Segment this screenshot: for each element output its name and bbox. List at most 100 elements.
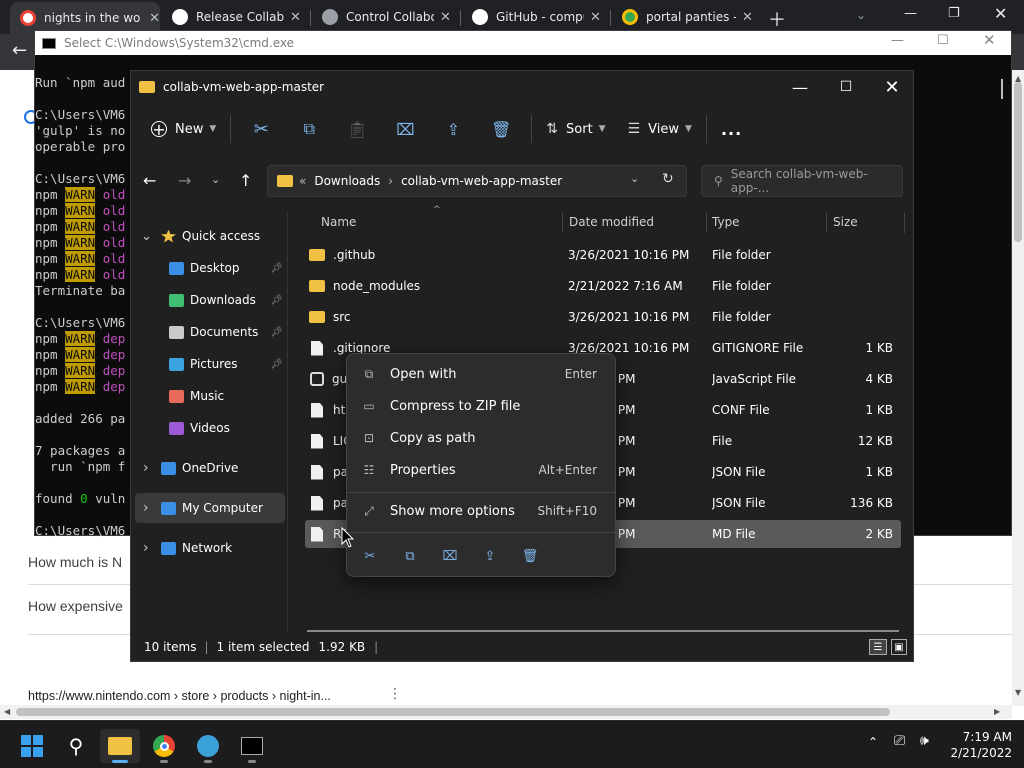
clock[interactable]: 7:19 AM 2/21/2022 bbox=[948, 729, 1012, 761]
chevron-down-icon[interactable]: ⌄ bbox=[141, 229, 152, 244]
menu-item-copy-as-path[interactable]: ⊡ Copy as path bbox=[351, 423, 611, 453]
sidebar-item-network[interactable]: › Network bbox=[135, 533, 285, 563]
copy-icon[interactable]: ⧉ bbox=[285, 111, 333, 147]
tab-search-icon[interactable]: ⌄ bbox=[856, 8, 866, 22]
pin-icon[interactable]: 📌︎ bbox=[270, 359, 283, 370]
menu-item-show-more-options[interactable]: ⤢ Show more options Shift+F10 bbox=[351, 496, 611, 526]
forward-arrow-icon[interactable]: → bbox=[178, 171, 191, 190]
share-icon[interactable]: ⇪ bbox=[429, 111, 477, 147]
file-row[interactable]: .github 3/26/2021 10:16 PM File folder bbox=[305, 241, 901, 269]
chevron-down-icon[interactable]: ⌄ bbox=[630, 172, 639, 185]
chevron-right-icon[interactable]: › bbox=[143, 540, 149, 556]
delete-icon[interactable]: 🗑︎ bbox=[477, 111, 525, 147]
more-icon[interactable]: ⋮ bbox=[388, 686, 402, 702]
browser-tab-3[interactable]: Control Collabo ✕ bbox=[312, 4, 460, 30]
browser-tab-2[interactable]: Release CollabV ✕ bbox=[162, 4, 310, 30]
rename-icon[interactable]: ⌧ bbox=[381, 111, 429, 147]
menu-item-properties[interactable]: ☷ Properties Alt+Enter bbox=[351, 455, 611, 485]
back-arrow-icon[interactable]: ← bbox=[143, 171, 156, 190]
taskbar-file-explorer[interactable] bbox=[100, 729, 140, 763]
view-button[interactable]: ☰ View ▼ bbox=[620, 111, 700, 147]
sidebar-item-documents[interactable]: Documents 📌︎ bbox=[135, 317, 285, 347]
chevron-right-icon[interactable]: › bbox=[143, 500, 149, 516]
rename-icon[interactable]: ⌧ bbox=[438, 544, 462, 568]
page-scrollbar-vertical[interactable]: ▲ ▼ bbox=[1012, 70, 1024, 706]
column-header-date[interactable]: Date modified bbox=[569, 207, 654, 237]
pin-icon[interactable]: 📌︎ bbox=[270, 295, 283, 306]
column-header-size[interactable]: Size bbox=[833, 207, 858, 237]
search-icon[interactable]: ⚲ bbox=[56, 729, 96, 763]
refresh-icon[interactable]: ↻ bbox=[662, 171, 674, 187]
chevron-up-icon[interactable]: ⌃ bbox=[868, 735, 878, 749]
result-url[interactable]: https://www.nintendo.com › store › produ… bbox=[28, 689, 331, 703]
sidebar-item-onedrive[interactable]: › OneDrive bbox=[135, 453, 285, 483]
new-tab-icon[interactable]: ＋ bbox=[768, 6, 786, 32]
explorer-title-bar[interactable]: collab-vm-web-app-master — ☐ ✕ bbox=[131, 71, 913, 103]
copy-icon[interactable]: ⧉ bbox=[398, 544, 422, 568]
share-icon[interactable]: ⇪ bbox=[478, 544, 502, 568]
chevron-right-icon[interactable]: › bbox=[143, 460, 149, 476]
sidebar-item-my-computer[interactable]: › My Computer bbox=[135, 493, 285, 523]
browser-tab-5[interactable]: portal panties - ✕ bbox=[612, 4, 760, 30]
menu-item-compress-zip[interactable]: ▭ Compress to ZIP file bbox=[351, 391, 611, 421]
sidebar-item-music[interactable]: Music bbox=[135, 381, 285, 411]
minimize-icon[interactable]: — bbox=[904, 6, 917, 21]
page-scrollbar-horizontal[interactable]: ◀ ▶ bbox=[0, 705, 1012, 719]
breadcrumb-downloads[interactable]: Downloads bbox=[314, 174, 380, 188]
breadcrumb-current[interactable]: collab-vm-web-app-master bbox=[401, 174, 562, 188]
sidebar-item-downloads[interactable]: Downloads 📌︎ bbox=[135, 285, 285, 315]
close-icon[interactable]: ✕ bbox=[983, 31, 996, 49]
address-bar[interactable]: « Downloads › collab-vm-web-app-master ⌄… bbox=[267, 165, 687, 197]
close-icon[interactable]: ✕ bbox=[994, 4, 1007, 23]
close-tab-icon[interactable]: ✕ bbox=[290, 10, 301, 25]
tiles-view-icon[interactable]: ▣ bbox=[891, 639, 907, 655]
minimize-icon[interactable]: — bbox=[891, 33, 904, 48]
minimize-icon[interactable]: — bbox=[777, 71, 823, 103]
restore-icon[interactable]: ❐ bbox=[948, 6, 960, 21]
close-icon[interactable]: ✕ bbox=[869, 71, 915, 103]
browser-tab-4[interactable]: GitHub - compu ✕ bbox=[462, 4, 610, 30]
cut-icon[interactable]: ✂ bbox=[358, 544, 382, 568]
details-view-icon[interactable]: ☰ bbox=[869, 639, 887, 655]
network-icon[interactable]: ⎚ bbox=[894, 733, 905, 749]
breadcrumb-prefix[interactable]: « bbox=[299, 174, 306, 188]
taskbar-chrome[interactable] bbox=[144, 729, 184, 763]
close-tab-icon[interactable]: ✕ bbox=[742, 10, 753, 25]
cmd-title-bar[interactable]: Select C:\Windows\System32\cmd.exe — ☐ ✕ bbox=[35, 31, 1011, 55]
taskbar-globe-app[interactable] bbox=[188, 729, 228, 763]
column-header-type[interactable]: Type bbox=[712, 207, 740, 237]
maximize-icon[interactable]: ☐ bbox=[937, 33, 949, 48]
pin-icon[interactable]: 📌︎ bbox=[270, 327, 283, 338]
paste-icon[interactable]: 📋︎ bbox=[333, 111, 381, 147]
tab-title: Release CollabV bbox=[196, 10, 284, 24]
cut-icon[interactable]: ✂ bbox=[237, 111, 285, 147]
sidebar-item-quick-access[interactable]: ⌄ Quick access bbox=[135, 221, 285, 251]
pin-icon[interactable]: 📌︎ bbox=[270, 263, 283, 274]
new-button[interactable]: + New ▼ bbox=[143, 111, 224, 147]
delete-icon[interactable]: 🗑︎ bbox=[518, 544, 542, 568]
sort-button[interactable]: ⇅ Sort ▼ bbox=[538, 111, 613, 147]
close-tab-icon[interactable]: ✕ bbox=[440, 10, 451, 25]
result-text[interactable]: How much is N bbox=[28, 554, 122, 570]
menu-item-open-with[interactable]: ⧉ Open with Enter bbox=[351, 359, 611, 389]
search-input[interactable]: ⚲ Search collab-vm-web-app-... bbox=[701, 165, 903, 197]
maximize-icon[interactable]: ☐ bbox=[823, 71, 869, 103]
result-text[interactable]: How expensive bbox=[28, 598, 123, 614]
file-row[interactable]: node_modules 2/21/2022 7:16 AM File folder bbox=[305, 272, 901, 300]
back-arrow-icon[interactable]: ← bbox=[12, 40, 27, 61]
close-tab-icon[interactable]: ✕ bbox=[590, 10, 601, 25]
column-header-name[interactable]: Name bbox=[321, 207, 356, 237]
up-arrow-icon[interactable]: ↑ bbox=[239, 171, 252, 190]
volume-icon[interactable]: 🕪︎ bbox=[920, 733, 929, 749]
download-icon bbox=[169, 293, 184, 307]
sidebar-item-desktop[interactable]: Desktop 📌︎ bbox=[135, 253, 285, 283]
start-button[interactable] bbox=[12, 729, 52, 763]
close-tab-icon[interactable]: ✕ bbox=[149, 11, 160, 26]
see-more-button[interactable]: ... bbox=[713, 111, 750, 147]
cmd-scrollbar[interactable] bbox=[1001, 79, 1003, 99]
recent-locations-icon[interactable]: ⌄ bbox=[211, 173, 220, 186]
sidebar-item-videos[interactable]: Videos bbox=[135, 413, 285, 443]
sidebar-item-pictures[interactable]: Pictures 📌︎ bbox=[135, 349, 285, 379]
file-row[interactable]: src 3/26/2021 10:16 PM File folder bbox=[305, 303, 901, 331]
taskbar-cmd[interactable] bbox=[232, 729, 272, 763]
